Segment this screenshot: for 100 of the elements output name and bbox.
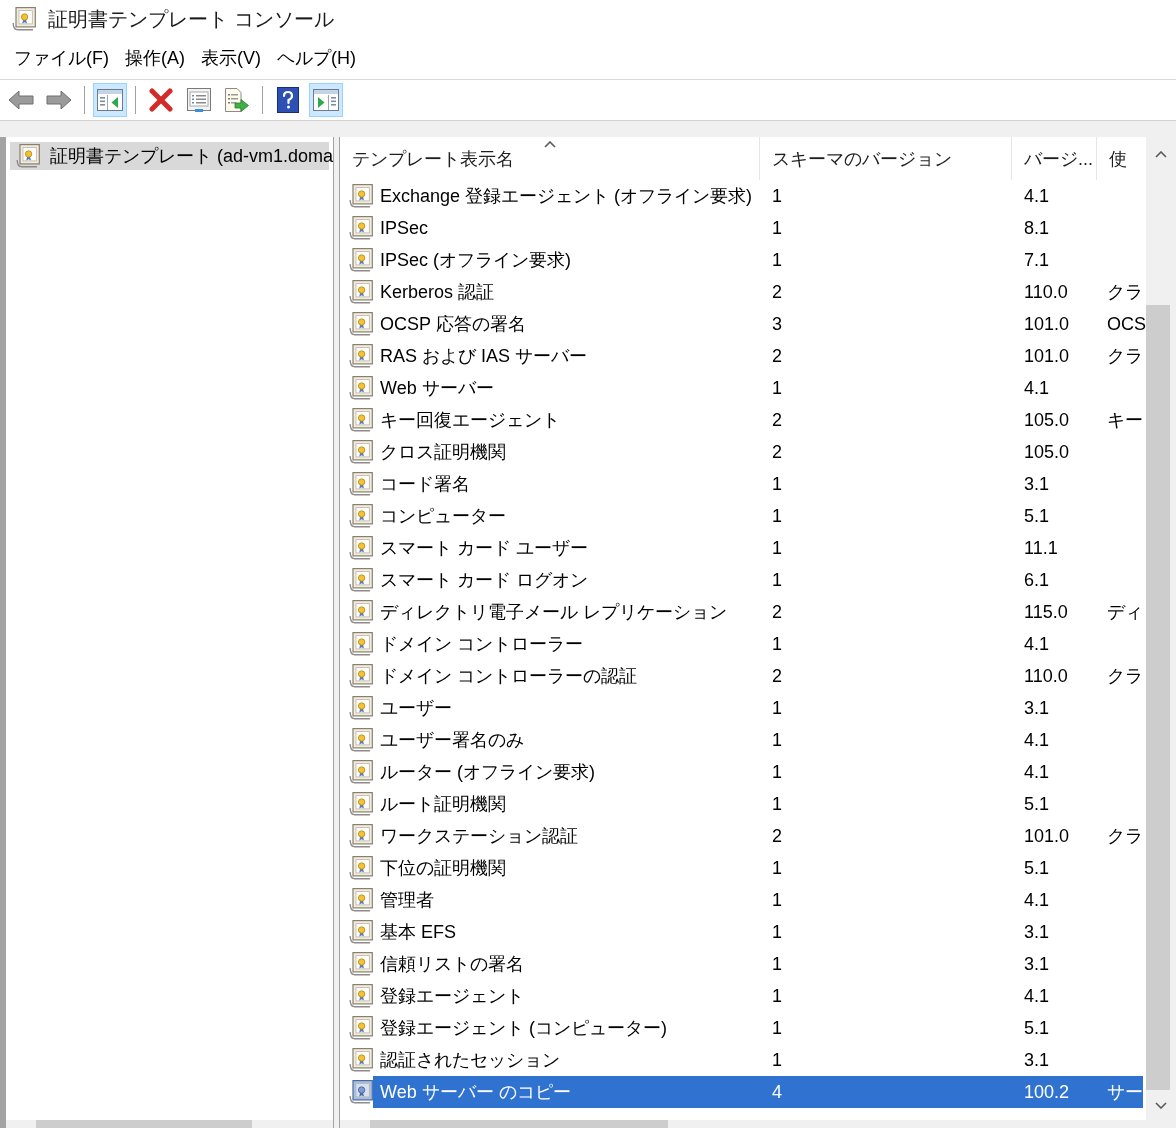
window-title: 証明書テンプレート コンソール (48, 7, 334, 32)
template-version: 3.1 (1024, 952, 1050, 976)
list-row[interactable]: コード署名 1 3.1 (373, 468, 1143, 500)
list-row[interactable]: IPSec (オフライン要求) 1 7.1 (373, 244, 1143, 276)
list-row[interactable]: 下位の証明機関 1 5.1 (373, 852, 1143, 884)
usage-text: キー (1107, 408, 1143, 432)
template-version: 4.1 (1024, 984, 1050, 1008)
list-row[interactable]: IPSec 1 8.1 (373, 212, 1143, 244)
list-row[interactable]: ドメイン コントローラーの認証 2 110.0 クラ (373, 660, 1143, 692)
show-tree-button[interactable] (93, 83, 127, 117)
menu-item[interactable]: ヘルプ(H) (273, 42, 360, 75)
template-version: 3.1 (1024, 472, 1050, 496)
list-row[interactable]: Web サーバー のコピー 4 100.2 サー (373, 1076, 1143, 1108)
menu-item[interactable]: 操作(A) (121, 42, 189, 75)
scrollbar-thumb[interactable] (370, 1120, 668, 1128)
template-name: RAS および IAS サーバー (380, 344, 588, 368)
template-version: 8.1 (1024, 216, 1050, 240)
column-header[interactable]: 使 (1097, 137, 1146, 180)
template-version: 101.0 (1024, 824, 1070, 848)
list-row[interactable]: 信頼リストの署名 1 3.1 (373, 948, 1143, 980)
usage-text: クラ (1107, 344, 1143, 368)
template-name: ドメイン コントローラーの認証 (380, 664, 637, 688)
template-version: 115.0 (1024, 600, 1068, 624)
schema-version: 1 (772, 184, 782, 208)
schema-version: 2 (772, 408, 782, 432)
list-row[interactable]: OCSP 応答の署名 3 101.0 OCS (373, 308, 1143, 340)
list-row[interactable]: コンピューター 1 5.1 (373, 500, 1143, 532)
list-row[interactable]: スマート カード ユーザー 1 11.1 (373, 532, 1143, 564)
template-name: 下位の証明機関 (380, 856, 506, 880)
template-version: 4.1 (1024, 184, 1050, 208)
schema-version: 1 (772, 984, 782, 1008)
usage-text: ディ (1107, 600, 1143, 624)
column-header[interactable]: テンプレート表示名 (340, 137, 760, 180)
template-name: 信頼リストの署名 (380, 952, 524, 976)
list-row[interactable]: ワークステーション認証 2 101.0 クラ (373, 820, 1143, 852)
template-name: 登録エージェント (380, 984, 524, 1008)
schema-version: 2 (772, 280, 782, 304)
show-action-pane-button[interactable] (309, 83, 343, 117)
template-version: 11.1 (1024, 536, 1058, 560)
template-name: スマート カード ユーザー (380, 536, 588, 560)
horizontal-scrollbar[interactable] (6, 1120, 333, 1128)
menu-item[interactable]: 表示(V) (197, 42, 265, 75)
list-row[interactable]: Kerberos 認証 2 110.0 クラ (373, 276, 1143, 308)
template-name: ディレクトリ電子メール レプリケーション (380, 600, 727, 624)
schema-version: 3 (772, 312, 782, 336)
list-row[interactable]: ユーザー署名のみ 1 4.1 (373, 724, 1143, 756)
template-version: 4.1 (1024, 632, 1050, 656)
template-version: 4.1 (1024, 376, 1050, 400)
template-name: キー回復エージェント (380, 408, 560, 432)
list-row[interactable]: Web サーバー 1 4.1 (373, 372, 1143, 404)
column-header[interactable]: バージ... (1012, 137, 1097, 180)
schema-version: 2 (772, 824, 782, 848)
template-version: 5.1 (1024, 792, 1050, 816)
help-icon (277, 87, 299, 113)
schema-version: 1 (772, 792, 782, 816)
template-name: Exchange 登録エージェント (オフライン要求) (380, 184, 753, 208)
certificate-icon (12, 7, 36, 31)
schema-version: 1 (772, 952, 782, 976)
list-row[interactable]: キー回復エージェント 2 105.0 キー (373, 404, 1143, 436)
list-row[interactable]: 認証されたセッション 1 3.1 (373, 1044, 1143, 1076)
list-row[interactable]: ルート証明機関 1 5.1 (373, 788, 1143, 820)
template-version: 100.2 (1024, 1080, 1070, 1104)
list-row[interactable]: 管理者 1 4.1 (373, 884, 1143, 916)
schema-version: 1 (772, 696, 782, 720)
list-row[interactable]: 登録エージェント (コンピューター) 1 5.1 (373, 1012, 1143, 1044)
template-version: 105.0 (1024, 408, 1070, 432)
scrollbar-thumb[interactable] (1146, 305, 1170, 1090)
list-row[interactable]: スマート カード ログオン 1 6.1 (373, 564, 1143, 596)
arrow-right-icon (46, 90, 72, 110)
template-name: ルート証明機関 (380, 792, 506, 816)
column-header[interactable]: スキーマのバージョン (760, 137, 1012, 180)
list-row[interactable]: ディレクトリ電子メール レプリケーション 2 115.0 ディ (373, 596, 1143, 628)
horizontal-scrollbar[interactable] (340, 1120, 1176, 1128)
schema-version: 1 (772, 376, 782, 400)
template-version: 4.1 (1024, 728, 1050, 752)
template-name: 登録エージェント (コンピューター) (380, 1016, 667, 1040)
template-version: 110.0 (1024, 664, 1068, 688)
list-row[interactable]: ドメイン コントローラー 1 4.1 (373, 628, 1143, 660)
certificate-icon (16, 144, 40, 168)
schema-version: 2 (772, 440, 782, 464)
scrollbar-thumb[interactable] (36, 1120, 252, 1128)
template-name: ワークステーション認証 (380, 824, 578, 848)
list-row[interactable]: 基本 EFS 1 3.1 (373, 916, 1143, 948)
list-row[interactable]: Exchange 登録エージェント (オフライン要求) 1 4.1 (373, 180, 1143, 212)
schema-version: 2 (772, 664, 782, 688)
template-name: OCSP 応答の署名 (380, 312, 526, 336)
template-name: スマート カード ログオン (380, 568, 588, 592)
list-row[interactable]: クロス証明機関 2 105.0 (373, 436, 1143, 468)
schema-version: 1 (772, 728, 782, 752)
list-row[interactable]: ユーザー 1 3.1 (373, 692, 1143, 724)
window-list-icon (187, 88, 211, 112)
template-name: IPSec (オフライン要求) (380, 248, 571, 272)
schema-version: 1 (772, 1048, 782, 1072)
list-row[interactable]: RAS および IAS サーバー 2 101.0 クラ (373, 340, 1143, 372)
list-row[interactable]: ルーター (オフライン要求) 1 4.1 (373, 756, 1143, 788)
template-name: ドメイン コントローラー (380, 632, 583, 656)
template-version: 101.0 (1024, 312, 1070, 336)
list-row[interactable]: 登録エージェント 1 4.1 (373, 980, 1143, 1012)
menu-item[interactable]: ファイル(F) (10, 42, 113, 75)
schema-version: 1 (772, 856, 782, 880)
